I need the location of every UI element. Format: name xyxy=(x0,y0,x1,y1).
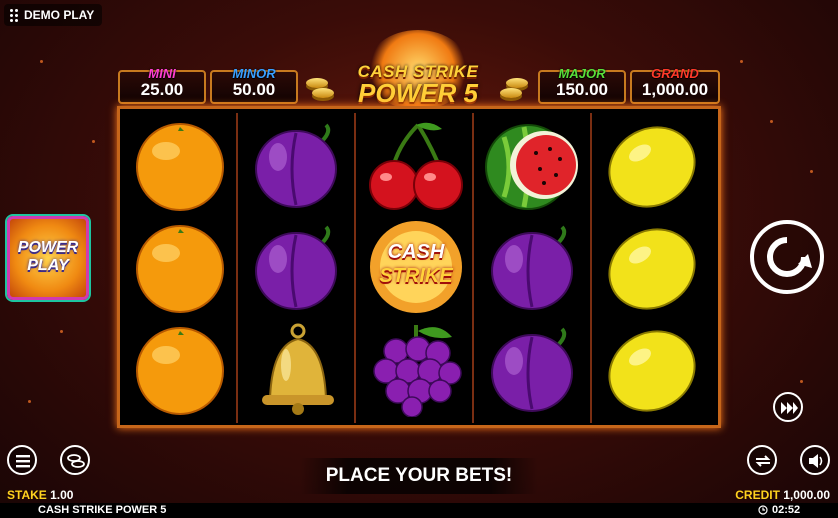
power-play-line-1: POWER xyxy=(17,239,79,256)
bell-icon xyxy=(262,323,334,415)
jackpot-mini: MINI 25.00 xyxy=(118,66,206,104)
jackpot-major-label: MAJOR xyxy=(558,66,606,81)
coin-stack-icon xyxy=(506,78,528,88)
hamburger-icon xyxy=(16,455,30,468)
lemon-icon xyxy=(608,330,696,412)
sound-button[interactable] xyxy=(800,445,830,475)
turbo-button[interactable] xyxy=(773,392,803,422)
coin-stack-icon xyxy=(306,78,328,88)
speaker-icon xyxy=(809,454,823,468)
jackpot-minor-value: 50.00 xyxy=(232,80,276,99)
game-logo: CASH STRIKE POWER 5 xyxy=(330,62,506,108)
reel-1 xyxy=(124,113,238,423)
jackpot-grand-label: GRAND xyxy=(651,66,699,81)
reel-3: CASH STRIKE xyxy=(360,113,474,423)
reel-grid: CASH STRIKE xyxy=(117,106,721,428)
jackpot-grand: GRAND 1,000.00 xyxy=(630,66,720,104)
coins-icon xyxy=(67,454,85,468)
jackpot-grand-value: 1,000.00 xyxy=(641,80,709,99)
jackpot-minor: MINOR 50.00 xyxy=(210,66,298,104)
cash-strike-symbol: CASH STRIKE xyxy=(366,219,466,315)
autoplay-button[interactable] xyxy=(747,445,777,475)
clock-icon xyxy=(758,505,768,518)
plum-icon xyxy=(491,225,573,310)
demo-play-badge[interactable]: DEMO PLAY xyxy=(4,4,103,26)
demo-play-label: DEMO PLAY xyxy=(24,8,95,22)
reel-5 xyxy=(596,113,708,423)
plum-icon xyxy=(255,225,337,310)
menu-dots-icon xyxy=(10,8,18,22)
reel-2 xyxy=(242,113,356,423)
stake-value: 1.00 xyxy=(50,488,74,502)
clock-time: 02:52 xyxy=(772,504,801,516)
jackpot-major: MAJOR 150.00 xyxy=(538,66,626,104)
spin-arrow-icon xyxy=(767,237,812,277)
cash-strike-line-2: STRIKE xyxy=(379,265,453,287)
jackpot-minor-label: MINOR xyxy=(232,66,276,81)
footer-bar: CASH STRIKE POWER 5 02:52 xyxy=(0,503,838,518)
orange-icon xyxy=(136,225,224,313)
fast-forward-icon xyxy=(781,402,798,414)
watermelon-icon xyxy=(485,124,578,210)
power-play-line-2: PLAY xyxy=(27,257,69,274)
reel-4 xyxy=(478,113,592,423)
spin-button[interactable] xyxy=(750,220,824,294)
cash-strike-line-1: CASH xyxy=(387,241,445,263)
bet-button[interactable] xyxy=(60,445,90,475)
credit-label: CREDIT xyxy=(735,488,780,502)
grapes-icon xyxy=(373,325,462,417)
lemon-icon xyxy=(608,126,696,208)
jackpot-mini-label: MINI xyxy=(148,66,176,81)
jackpot-mini-value: 25.00 xyxy=(140,80,184,99)
jackpot-major-value: 150.00 xyxy=(556,80,608,99)
balance-bar: STAKE 1.00 CREDIT 1,000.00 xyxy=(0,486,838,502)
plum-icon xyxy=(255,123,337,208)
plum-icon xyxy=(491,327,573,412)
orange-icon xyxy=(136,327,224,415)
stake-display: STAKE 1.00 xyxy=(7,488,73,502)
lemon-icon xyxy=(608,228,696,310)
orange-icon xyxy=(136,123,224,211)
logo-line-2: POWER 5 xyxy=(358,78,478,108)
credit-value: 1,000.00 xyxy=(783,488,830,502)
menu-button[interactable] xyxy=(7,445,37,475)
autoplay-icon xyxy=(755,455,771,467)
credit-display: CREDIT 1,000.00 xyxy=(735,488,830,502)
power-play-button[interactable]: POWER PLAY xyxy=(7,216,89,300)
stake-label: STAKE xyxy=(7,488,47,502)
cherries-icon xyxy=(369,122,463,210)
game-name: CASH STRIKE POWER 5 xyxy=(38,504,167,516)
